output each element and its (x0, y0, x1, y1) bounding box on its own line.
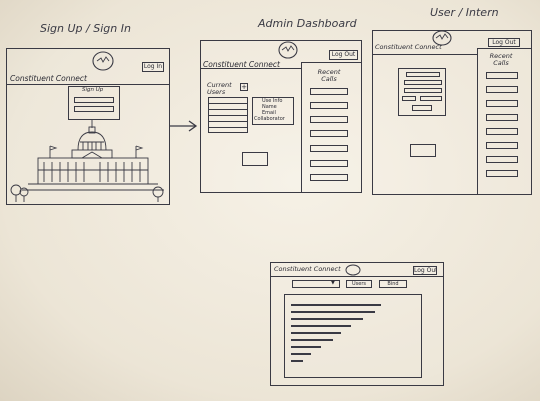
recent-call-item[interactable] (486, 72, 518, 79)
recent-call-item[interactable] (486, 114, 518, 121)
current-users-label: Current Users (207, 81, 232, 96)
recent-call-item[interactable] (486, 128, 518, 135)
user-header-divider (373, 54, 477, 55)
signup-label: Sign Up (82, 87, 104, 93)
caller-zip-field[interactable] (420, 96, 442, 101)
recent-call-item[interactable] (310, 130, 348, 137)
flow-arrow (169, 120, 198, 132)
seal-icon (92, 51, 114, 71)
user-sidebar-top (477, 48, 531, 49)
recent-call-item[interactable] (486, 86, 518, 93)
password-field[interactable] (74, 106, 114, 112)
results-panel (284, 294, 422, 378)
users-button[interactable]: Users (346, 280, 372, 288)
recent-call-item[interactable] (486, 170, 518, 177)
search-seal-icon (345, 264, 361, 276)
recent-call-item[interactable] (310, 174, 348, 181)
table-row-divider (208, 103, 248, 104)
user-action-box[interactable] (410, 144, 436, 157)
result-bar[interactable] (291, 339, 333, 341)
result-bar[interactable] (291, 346, 321, 348)
result-bar[interactable] (291, 311, 375, 313)
admin-header-divider (201, 68, 301, 69)
signup-heading: Sign Up / Sign In (40, 22, 131, 35)
caller-phone-field[interactable] (404, 80, 442, 85)
result-bar[interactable] (291, 325, 351, 327)
recent-call-item[interactable] (310, 102, 348, 109)
result-bar[interactable] (291, 318, 363, 320)
admin-action-box[interactable] (242, 152, 268, 166)
caller-name-field[interactable] (406, 72, 440, 77)
recent-call-item[interactable] (310, 88, 348, 95)
user-info-role: Collaborator (254, 116, 285, 122)
user-recent-calls-label: Recent Calls (489, 52, 513, 67)
result-bar[interactable] (291, 360, 303, 362)
search-log-out-button[interactable]: Log Out (413, 266, 437, 275)
admin-log-out-button[interactable]: Log Out (329, 50, 358, 60)
table-row-divider (208, 109, 248, 110)
username-field[interactable] (74, 97, 114, 103)
table-row-divider (208, 115, 248, 116)
result-bar[interactable] (291, 353, 311, 355)
admin-seal-icon (278, 41, 298, 59)
user-seal-icon (432, 30, 452, 46)
admin-sidebar-top (301, 62, 361, 63)
admin-heading: Admin Dashboard (258, 17, 357, 30)
recent-call-item[interactable] (486, 100, 518, 107)
admin-sidebar-divider (301, 62, 302, 192)
search-header-divider (271, 276, 443, 277)
app-title: Constituent Connect (10, 74, 87, 83)
recent-call-item[interactable] (310, 145, 348, 152)
table-row-divider (208, 127, 248, 128)
recent-call-item[interactable] (310, 116, 348, 123)
user-sidebar-divider (477, 48, 478, 194)
admin-recent-calls-label: Recent Calls (317, 68, 341, 83)
chevron-down-icon: ▼ (331, 280, 335, 286)
search-app-title: Constituent Connect (274, 265, 341, 273)
capitol-illustration (10, 120, 164, 202)
log-in-button[interactable]: Log In (142, 62, 164, 72)
submit-call-button[interactable] (412, 105, 432, 111)
table-row-divider (208, 121, 248, 122)
caller-address-field[interactable] (404, 88, 442, 93)
recent-call-item[interactable] (486, 142, 518, 149)
header-divider (7, 84, 169, 85)
recent-call-item[interactable] (310, 160, 348, 167)
caller-city-field[interactable] (402, 96, 416, 101)
result-bar[interactable] (291, 332, 341, 334)
result-bar[interactable] (291, 304, 381, 306)
user-log-out-button[interactable]: Log Out (488, 38, 520, 47)
add-user-button[interactable]: + (240, 83, 248, 91)
recent-call-item[interactable] (486, 156, 518, 163)
bind-button[interactable]: Bind (379, 280, 407, 288)
user-heading: User / Intern (430, 6, 499, 19)
